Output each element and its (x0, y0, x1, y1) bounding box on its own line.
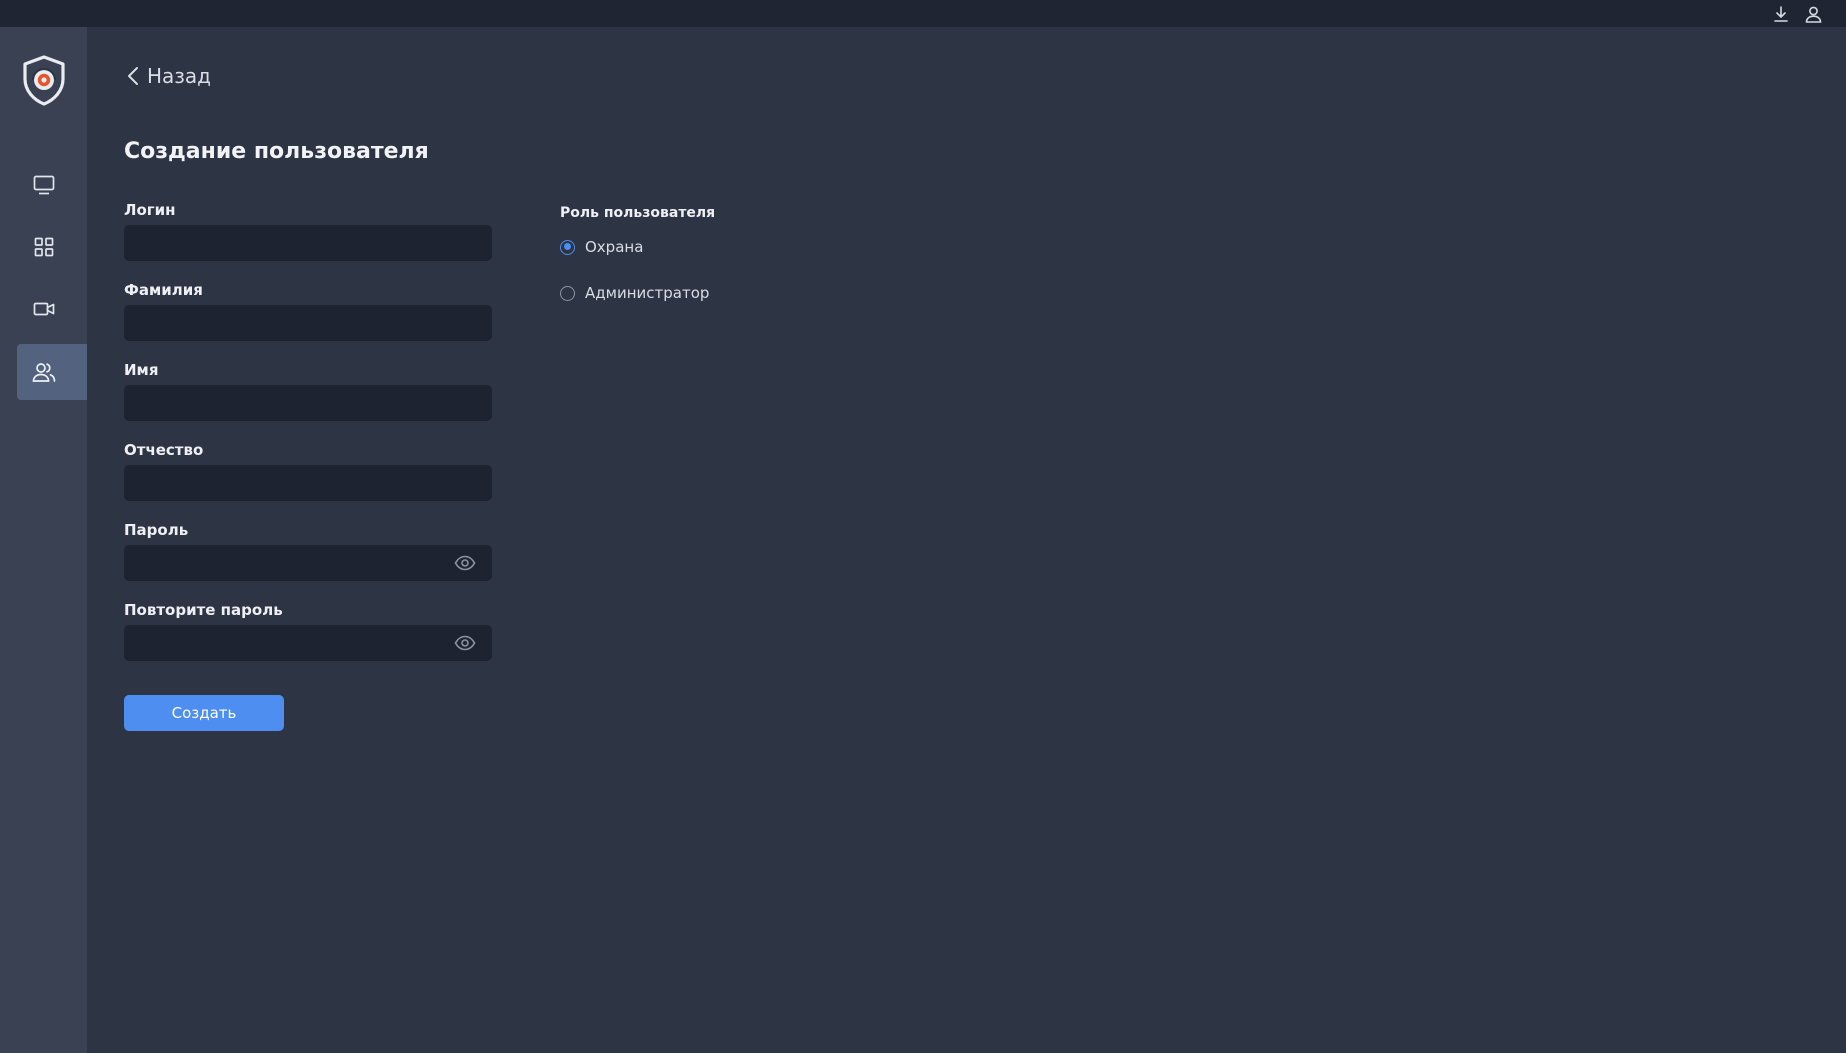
back-button[interactable]: Назад (127, 61, 211, 91)
sidebar (0, 27, 87, 1053)
login-input[interactable] (124, 225, 492, 261)
monitor-icon (33, 175, 54, 195)
patronymic-field-wrapper (124, 465, 492, 501)
repeat-password-input[interactable] (124, 625, 492, 661)
lastname-field-wrapper (124, 305, 492, 341)
login-label: Логин (124, 201, 176, 219)
video-camera-icon (33, 302, 54, 316)
page-title: Создание пользователя (124, 139, 429, 164)
role-option-label: Администратор (585, 284, 710, 302)
eye-icon[interactable] (454, 634, 476, 652)
sidebar-item-users[interactable] (17, 344, 87, 400)
firstname-label: Имя (124, 361, 159, 379)
password-field-wrapper (124, 545, 492, 581)
grid-icon (34, 237, 53, 257)
download-icon[interactable] (1771, 4, 1791, 24)
role-option-guard[interactable]: Охрана (560, 236, 643, 258)
chevron-left-icon (128, 67, 138, 85)
lastname-input[interactable] (124, 305, 492, 341)
users-icon (32, 363, 55, 382)
sidebar-item-cameras[interactable] (0, 281, 87, 337)
top-bar (0, 0, 1846, 27)
role-title: Роль пользователя (560, 205, 716, 221)
radio-button[interactable] (560, 285, 575, 301)
create-button[interactable]: Создать (124, 695, 284, 731)
main-content: Назад Создание пользователя Логин Фамили… (87, 27, 1846, 1053)
sidebar-item-monitoring[interactable] (0, 157, 87, 213)
firstname-input[interactable] (124, 385, 492, 421)
sidebar-item-dashboard[interactable] (0, 219, 87, 275)
radio-button[interactable] (560, 239, 575, 255)
repeat-password-field-wrapper (124, 625, 492, 661)
login-field-wrapper (124, 225, 492, 261)
password-input[interactable] (124, 545, 492, 581)
repeat-password-label: Повторите пароль (124, 601, 283, 619)
password-label: Пароль (124, 521, 189, 539)
user-icon[interactable] (1803, 4, 1823, 24)
eye-icon[interactable] (454, 554, 476, 572)
firstname-field-wrapper (124, 385, 492, 421)
role-option-label: Охрана (585, 238, 644, 256)
patronymic-input[interactable] (124, 465, 492, 501)
role-option-admin[interactable]: Администратор (560, 282, 709, 304)
shield-logo[interactable] (20, 55, 68, 107)
lastname-label: Фамилия (124, 281, 203, 299)
patronymic-label: Отчество (124, 441, 204, 459)
back-label: Назад (147, 64, 212, 88)
